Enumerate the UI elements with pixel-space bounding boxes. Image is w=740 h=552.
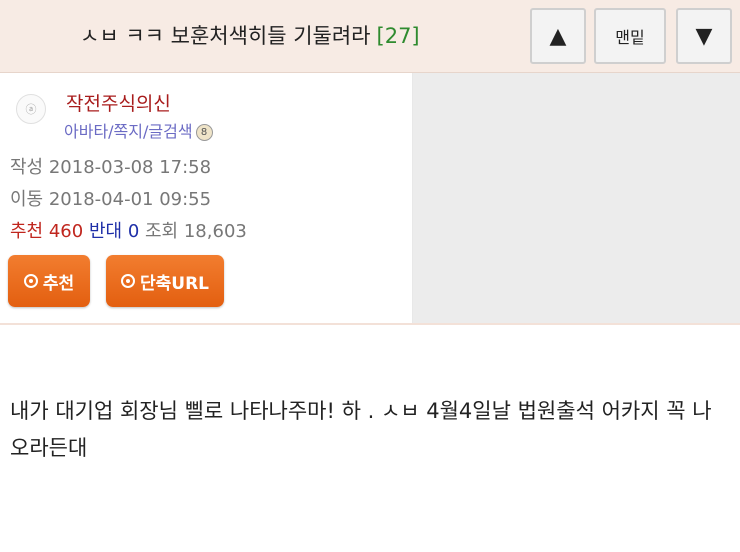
stats-row: 추천 460 반대 0 조회 18,603 [10,217,247,243]
author-nickname[interactable]: 작전주식의신 [66,89,171,116]
author-links-text[interactable]: 아바타/쪽지/글검색 [64,122,193,141]
scroll-down-button[interactable]: ▼ [676,8,732,64]
avatar[interactable]: ⓐ [16,94,46,124]
scroll-bottom-button[interactable]: 맨밑 [594,8,666,64]
recommend-count: 460 [48,221,84,242]
recommend-button-label: 추천 [42,273,75,294]
views-label: 조회 [145,221,179,242]
side-panel [413,73,740,323]
circle-icon [120,274,135,288]
scroll-bottom-label: 맨밑 [615,28,645,47]
oppose-label: 반대 [88,221,123,242]
level-badge-icon: 8 [195,124,213,141]
recommend-label: 추천 [10,221,44,242]
written-label: 작성 [10,157,44,178]
divider [0,323,740,325]
post-title: ㅅㅂ ㅋㅋ 보훈처색히들 기둘려라 [27] [80,20,420,50]
post-header: ㅅㅂ ㅋㅋ 보훈처색히들 기둘려라 [27] ▲ 맨밑 ▼ [0,0,740,73]
moved-date: 2018-04-01 09:55 [48,189,212,210]
moved-date-row: 이동 2018-04-01 09:55 [10,185,211,211]
avatar-icon: ⓐ [25,103,37,116]
arrow-down-icon: ▼ [695,23,713,49]
short-url-button[interactable]: 단축URL [106,255,224,307]
scroll-up-button[interactable]: ▲ [530,8,586,64]
arrow-up-icon: ▲ [549,23,567,49]
author-links: 아바타/쪽지/글검색 8 [64,118,213,142]
moved-label: 이동 [10,189,44,210]
post-title-text: ㅅㅂ ㅋㅋ 보훈처색히들 기둘려라 [80,24,371,48]
recommend-button[interactable]: 추천 [8,255,90,307]
views-count: 18,603 [183,221,247,242]
oppose-count: 0 [127,221,140,242]
comment-count[interactable]: [27] [377,24,420,48]
written-date: 2018-03-08 17:58 [48,157,212,178]
circle-icon [23,274,38,288]
post-body: 내가 대기업 회장님 삘로 나타나주마! 하 . ㅅㅂ 4월4일날 법원출석 어… [10,399,712,460]
written-date-row: 작성 2018-03-08 17:58 [10,153,211,179]
short-url-button-label: 단축URL [139,273,209,294]
author-info-panel: ⓐ 작전주식의신 아바타/쪽지/글검색 8 작성 2018-03-08 17:58… [0,73,413,323]
